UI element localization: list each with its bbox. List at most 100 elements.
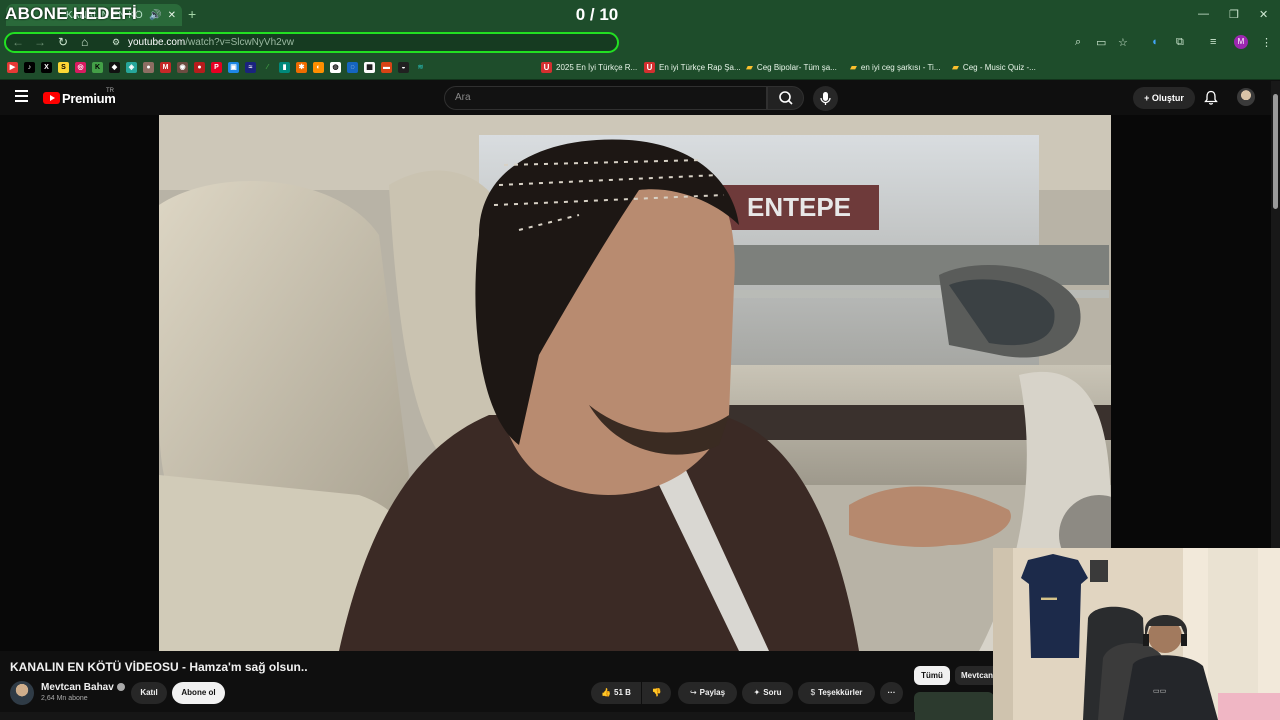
tiktok-bookmark-icon[interactable]: ♪ (24, 62, 35, 73)
app-bookmark-icon[interactable]: ✱ (296, 62, 307, 73)
folder-icon: ▰ (746, 62, 753, 72)
youtube-bookmark-icon[interactable]: ▶ (7, 62, 18, 73)
app-bookmark-icon[interactable]: ▬ (381, 62, 392, 73)
app-bookmark-icon[interactable]: ≈ (245, 62, 256, 73)
scrollbar-thumb[interactable] (1273, 94, 1278, 209)
forward-icon[interactable]: → (34, 35, 46, 49)
app-bookmark-icon[interactable]: ● (194, 62, 205, 73)
profile-avatar[interactable]: M (1234, 35, 1248, 49)
subscriber-goal-counter: 0 / 10 (575, 5, 619, 24)
app-bookmark-icon[interactable]: ◒ (398, 62, 409, 73)
app-bookmark-icon[interactable]: ▦ (364, 62, 375, 73)
ask-label: Soru (763, 688, 782, 697)
app-bookmark-icon[interactable]: ◆ (109, 62, 120, 73)
app-bookmark-icon[interactable]: ◈ (126, 62, 137, 73)
video-player[interactable]: ENTEPE (159, 115, 1111, 651)
search-input[interactable]: Ara (444, 86, 767, 110)
gmail-bookmark-icon[interactable]: M (160, 62, 171, 73)
browser-menu-icon[interactable]: ⋮ (1261, 36, 1272, 49)
microphone-icon (820, 92, 831, 105)
app-bookmark-icon[interactable]: ▣ (228, 62, 239, 73)
svg-text:▬▬: ▬▬ (1041, 593, 1057, 602)
create-button[interactable]: + Oluştur (1133, 87, 1195, 109)
thumbs-down-icon: 👎 (651, 688, 662, 697)
kick-bookmark-icon[interactable]: K (92, 62, 103, 73)
hamburger-menu-icon[interactable] (15, 90, 28, 105)
extension-icon[interactable]: ◖ (1151, 36, 1158, 48)
app-bookmark-icon[interactable]: ⁄ (262, 62, 273, 73)
reload-icon[interactable]: ↻ (58, 35, 68, 49)
audio-playing-icon[interactable]: 🔊 (149, 10, 161, 21)
window-close-icon[interactable]: ✕ (1259, 8, 1268, 21)
zoom-icon[interactable]: ⌕ (1075, 36, 1081, 49)
related-video-thumbnail[interactable] (914, 692, 994, 720)
s-bookmark-icon[interactable]: S (58, 62, 69, 73)
bookmark-item[interactable]: U En iyi Türkçe Rap Şa... (644, 62, 741, 73)
channel-avatar[interactable] (10, 681, 34, 705)
app-bookmark-icon[interactable]: ◌ (347, 62, 358, 73)
create-label: Oluştur (1151, 93, 1184, 103)
ask-button[interactable]: ✦ Soru (742, 682, 793, 704)
channel-name[interactable]: Mevtcan Bahav (41, 682, 125, 693)
tab-close-icon[interactable]: ✕ (168, 10, 176, 21)
bookmark-label: en iyi ceg şarkısı - Ti... (860, 63, 941, 72)
x-bookmark-icon[interactable]: X (41, 62, 52, 73)
more-actions-button[interactable]: ··· (880, 682, 903, 704)
webcam-frame: ▬▬ ▭▭ (993, 548, 1280, 720)
plus-icon: + (1144, 93, 1152, 103)
app-bookmark-icon[interactable]: ● (143, 62, 154, 73)
bookmark-label: 2025 En İyi Türkçe R... (556, 63, 638, 72)
thanks-button[interactable]: $ Teşekkürler (798, 682, 875, 704)
bookmark-label: Ceg - Music Quiz -... (962, 63, 1036, 72)
app-bookmark-icon[interactable]: ◐ (313, 62, 324, 73)
minimize-icon[interactable]: — (1198, 8, 1209, 20)
voice-search-button[interactable] (813, 86, 838, 111)
back-icon[interactable]: ← (12, 35, 24, 49)
app-bookmark-icon[interactable]: ≋ (415, 62, 426, 73)
search-button[interactable] (767, 86, 804, 110)
extensions-puzzle-icon[interactable]: ⧉ (1176, 36, 1184, 49)
address-url[interactable]: youtube.com/watch?v=SlcwNyVh2vw (128, 37, 294, 48)
u-icon: U (644, 62, 655, 73)
bookmark-star-icon[interactable]: ☆ (1118, 36, 1128, 49)
subscribe-button[interactable]: Abone ol (172, 682, 225, 704)
share-icon: ↪ (689, 688, 697, 697)
pinterest-bookmark-icon[interactable]: P (211, 62, 222, 73)
webcam-overlay: ▬▬ ▭▭ (993, 548, 1280, 720)
bookmark-label: Ceg Bipolar- Tüm şa... (756, 63, 837, 72)
thanks-label: Teşekkürler (818, 688, 863, 697)
app-bookmark-icon[interactable]: ▮ (279, 62, 290, 73)
folder-icon: ▰ (952, 62, 959, 72)
site-info-icon[interactable]: ⚙ (112, 37, 120, 48)
browser-tab-strip: KANALIN EN KÖTÜ VİDEOSU 🔊 ✕ + — ❐ ✕ (0, 0, 1280, 30)
bookmark-folder[interactable]: ▰ Ceg Bipolar- Tüm şa... (746, 62, 837, 73)
chip-all[interactable]: Tümü (914, 666, 950, 685)
bookmark-folder[interactable]: ▰ Ceg - Music Quiz -... (952, 62, 1036, 73)
bookmark-folder[interactable]: ▰ en iyi ceg şarkısı - Ti... (850, 62, 941, 73)
bookmark-item[interactable]: U 2025 En İyi Türkçe R... (541, 62, 637, 73)
app-bookmark-icon[interactable]: ◉ (177, 62, 188, 73)
cast-icon[interactable]: ▭ (1096, 36, 1106, 49)
like-button[interactable]: 👍 51 B (591, 682, 641, 704)
region-code: TR (106, 88, 114, 94)
share-button[interactable]: ↪ Paylaş (678, 682, 737, 704)
sparkle-icon: ✦ (753, 688, 761, 697)
video-letterbox-left (0, 115, 159, 651)
app-bookmark-icon[interactable]: ◍ (330, 62, 341, 73)
share-label: Paylaş (699, 688, 726, 697)
account-avatar[interactable] (1237, 88, 1255, 106)
dislike-button[interactable]: 👎 (642, 682, 671, 704)
verified-icon (116, 683, 125, 692)
video-title: KANALIN EN KÖTÜ VİDEOSU - Hamza'm sağ ol… (10, 660, 308, 674)
like-count: 51 B (614, 688, 631, 697)
url-host: youtube.com (128, 37, 186, 48)
instagram-bookmark-icon[interactable]: ◎ (75, 62, 86, 73)
media-control-icon[interactable]: ≡ (1210, 36, 1216, 48)
join-button[interactable]: Katıl (131, 682, 167, 704)
maximize-icon[interactable]: ❐ (1229, 8, 1239, 21)
address-bar[interactable] (4, 32, 619, 53)
home-icon[interactable]: ⌂ (81, 35, 88, 49)
notifications-bell-icon[interactable] (1204, 90, 1218, 105)
new-tab-icon[interactable]: + (188, 6, 196, 22)
youtube-logo-icon[interactable] (43, 92, 60, 104)
